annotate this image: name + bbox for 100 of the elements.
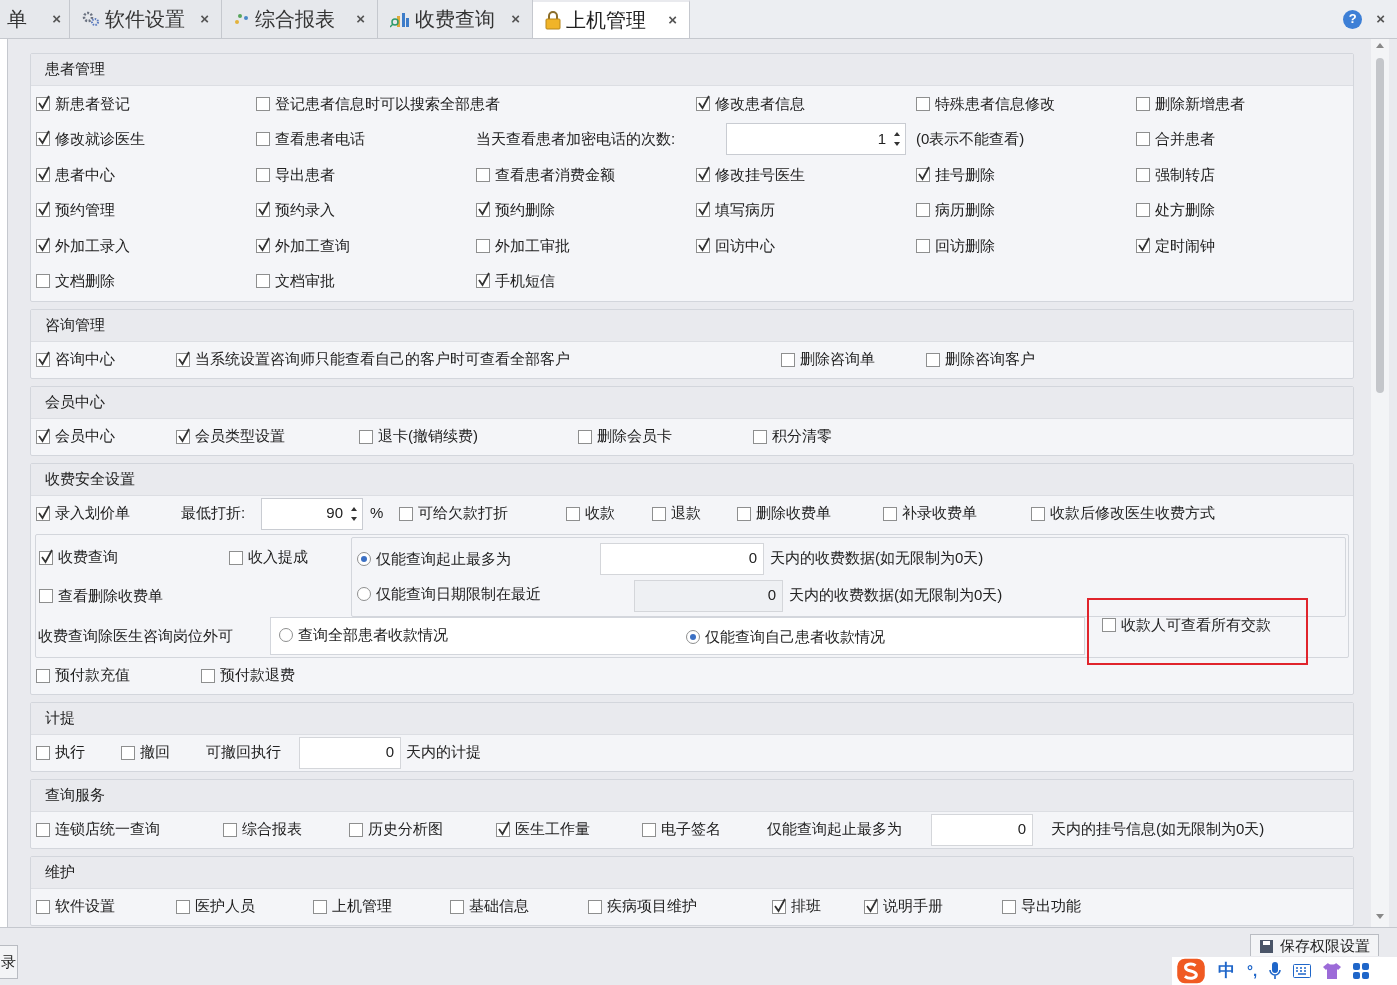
checkbox[interactable] xyxy=(578,429,592,444)
checkbox-label[interactable]: 撤回 xyxy=(140,741,170,764)
checkbox[interactable] xyxy=(588,899,602,914)
tab-label[interactable]: 软件设置 xyxy=(105,4,185,34)
radio-label[interactable]: 仅能查询自己患者收款情况 xyxy=(705,625,885,649)
checkbox-label[interactable]: 查看删除收费单 xyxy=(58,584,163,608)
checkbox[interactable] xyxy=(883,506,897,521)
checkbox-label[interactable]: 医护人员 xyxy=(195,895,255,918)
checkbox-label[interactable]: 排班 xyxy=(791,895,821,918)
checkbox[interactable] xyxy=(1031,506,1045,521)
checkbox-label[interactable]: 收费查询 xyxy=(58,546,118,569)
checked-checkbox[interactable] xyxy=(36,238,50,253)
checkbox[interactable] xyxy=(256,132,270,147)
keyboard-icon[interactable] xyxy=(1293,964,1312,978)
checkbox-label[interactable]: 删除会员卡 xyxy=(597,425,672,448)
checkbox-label[interactable]: 会员中心 xyxy=(55,425,115,448)
checkbox-label[interactable]: 收款 xyxy=(585,502,615,525)
checked-checkbox[interactable] xyxy=(36,352,50,367)
checkbox[interactable] xyxy=(781,352,795,367)
save-button[interactable]: 保存权限设置 xyxy=(1250,934,1379,956)
tab[interactable]: 单 × xyxy=(0,0,70,38)
checkbox-label[interactable]: 预约录入 xyxy=(275,199,335,222)
checkbox-label[interactable]: 医生工作量 xyxy=(515,818,590,841)
checkbox-label[interactable]: 外加工录入 xyxy=(55,234,130,257)
checked-checkbox[interactable] xyxy=(496,822,510,837)
checkbox[interactable] xyxy=(36,899,50,914)
checked-checkbox[interactable] xyxy=(36,96,50,111)
checkbox-label[interactable]: 修改患者信息 xyxy=(715,92,805,115)
checkbox-label[interactable]: 导出患者 xyxy=(275,163,335,186)
checked-checkbox[interactable] xyxy=(36,167,50,182)
checked-checkbox[interactable] xyxy=(864,899,878,914)
checkbox[interactable] xyxy=(121,745,135,760)
checked-checkbox[interactable] xyxy=(696,238,710,253)
checkbox-label[interactable]: 可给欠款打折 xyxy=(418,502,508,525)
checkbox[interactable] xyxy=(229,550,243,565)
checkbox-label[interactable]: 文档审批 xyxy=(275,270,335,293)
close-icon[interactable]: × xyxy=(668,8,677,32)
checkbox[interactable] xyxy=(39,589,53,603)
checkbox[interactable] xyxy=(642,822,656,837)
checkbox-label[interactable]: 综合报表 xyxy=(242,818,302,841)
checkbox-label[interactable]: 当系统设置咨询师只能查看自己的客户时可查看全部客户 xyxy=(195,348,570,371)
checkbox-label[interactable]: 手机短信 xyxy=(495,270,555,293)
checkbox-label[interactable]: 文档删除 xyxy=(55,270,115,293)
record-button[interactable]: 录 xyxy=(0,945,18,979)
checkbox[interactable] xyxy=(737,506,751,521)
checkbox-label[interactable]: 退款 xyxy=(671,502,701,525)
checkbox[interactable] xyxy=(359,429,373,444)
checkbox-label[interactable]: 合并患者 xyxy=(1155,128,1215,151)
checkbox[interactable] xyxy=(1102,617,1116,632)
checkbox-label[interactable]: 填写病历 xyxy=(715,199,775,222)
checkbox[interactable] xyxy=(916,238,930,253)
checkbox-label[interactable]: 连锁店统一查询 xyxy=(55,818,160,841)
checkbox[interactable] xyxy=(476,238,490,253)
checkbox-label[interactable]: 收款后修改医生收费方式 xyxy=(1050,502,1215,525)
microphone-icon[interactable] xyxy=(1269,962,1282,980)
checkbox[interactable] xyxy=(652,506,666,521)
checkbox-label[interactable]: 特殊患者信息修改 xyxy=(935,92,1055,115)
radio-button[interactable] xyxy=(357,552,371,567)
number-spinner[interactable]: 90 xyxy=(261,497,363,530)
scroll-thumb[interactable] xyxy=(1376,58,1384,393)
checkbox-label[interactable]: 删除咨询客户 xyxy=(945,348,1035,371)
checkbox-label[interactable]: 外加工审批 xyxy=(495,234,570,257)
checkbox-label[interactable]: 预约管理 xyxy=(55,199,115,222)
tab-label[interactable]: 综合报表 xyxy=(255,4,335,34)
checkbox-label[interactable]: 积分清零 xyxy=(772,425,832,448)
checkbox[interactable] xyxy=(1136,203,1150,218)
checkbox[interactable] xyxy=(753,429,767,444)
checkbox-label[interactable]: 咨询中心 xyxy=(55,348,115,371)
checked-checkbox[interactable] xyxy=(39,550,53,565)
checkbox-label[interactable]: 查看患者消费金额 xyxy=(495,163,615,186)
checkbox[interactable] xyxy=(36,822,50,837)
ime-punct[interactable]: °, xyxy=(1247,959,1258,983)
checkbox-label[interactable]: 挂号删除 xyxy=(935,163,995,186)
checked-checkbox[interactable] xyxy=(476,274,490,289)
radio-label[interactable]: 查询全部患者收款情况 xyxy=(298,623,448,647)
checkbox-label[interactable]: 回访中心 xyxy=(715,234,775,257)
checkbox-label[interactable]: 收款人可查看所有交款 xyxy=(1121,613,1271,636)
checkbox-label[interactable]: 查看患者电话 xyxy=(275,128,365,151)
checkbox-label[interactable]: 历史分析图 xyxy=(368,818,443,841)
close-button[interactable]: × xyxy=(1376,7,1385,31)
checkbox-label[interactable]: 登记患者信息时可以搜索全部患者 xyxy=(275,92,500,115)
checked-checkbox[interactable] xyxy=(176,429,190,444)
checkbox-label[interactable]: 说明手册 xyxy=(883,895,943,918)
checkbox-label[interactable]: 外加工查询 xyxy=(275,234,350,257)
tab-label[interactable]: 单 xyxy=(7,4,28,34)
checkbox[interactable] xyxy=(36,745,50,760)
close-icon[interactable]: × xyxy=(356,7,365,31)
checkbox[interactable] xyxy=(1136,96,1150,111)
checkbox[interactable] xyxy=(476,167,490,182)
checked-checkbox[interactable] xyxy=(476,203,490,218)
checkbox-label[interactable]: 删除咨询单 xyxy=(800,348,875,371)
checkbox[interactable] xyxy=(926,352,940,367)
ime-mode[interactable]: 中 xyxy=(1218,958,1235,984)
checked-checkbox[interactable] xyxy=(256,238,270,253)
shirt-icon[interactable] xyxy=(1323,963,1342,979)
checkbox-label[interactable]: 删除收费单 xyxy=(756,502,831,525)
checkbox-label[interactable]: 修改挂号医生 xyxy=(715,163,805,186)
checkbox-label[interactable]: 电子签名 xyxy=(661,818,721,841)
tab[interactable]: 收费查询 × xyxy=(378,0,533,38)
checkbox[interactable] xyxy=(256,167,270,182)
